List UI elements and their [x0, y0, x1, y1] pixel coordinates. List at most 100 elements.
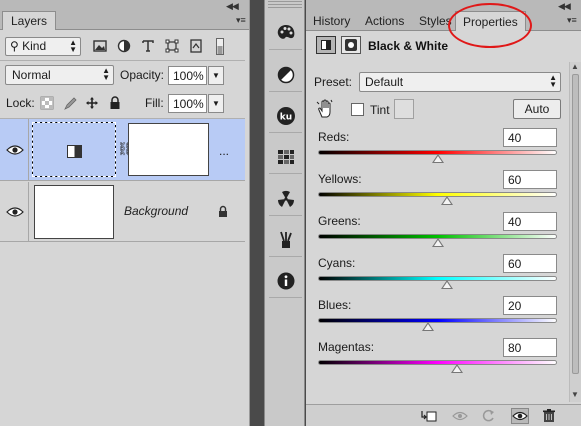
reds-value-input[interactable]: 40 — [503, 128, 557, 147]
greens-value-input[interactable]: 40 — [503, 212, 557, 231]
lock-icon — [217, 205, 229, 218]
adjustment-layer-thumbnail[interactable] — [32, 122, 116, 177]
filter-kind-select[interactable]: ⚲ Kind ▲ ▼ — [5, 37, 81, 56]
layer-name[interactable]: Background — [124, 204, 188, 218]
reset-icon[interactable] — [480, 408, 498, 424]
yellows-slider-thumb[interactable] — [441, 196, 454, 205]
background-layer-thumbnail[interactable] — [34, 185, 114, 239]
styles-icon[interactable] — [269, 183, 302, 216]
paint-palette-icon[interactable] — [269, 17, 302, 50]
scroll-down-icon[interactable]: ▼ — [571, 390, 579, 399]
more-indicator: ... — [219, 144, 230, 158]
eye-icon[interactable] — [6, 144, 24, 156]
panel-dock: ku — [264, 0, 305, 426]
adjustments-icon[interactable] — [269, 59, 302, 92]
clip-to-layer-icon[interactable] — [420, 408, 438, 424]
greens-slider-thumb[interactable] — [431, 238, 444, 247]
opacity-label: Opacity: — [120, 68, 165, 82]
image-filter-icon[interactable] — [93, 39, 107, 53]
adjustment-properties-icon[interactable] — [316, 36, 336, 54]
lock-position-icon[interactable] — [85, 96, 99, 110]
magentas-slider-track[interactable] — [318, 360, 557, 365]
tab-history[interactable]: History — [306, 11, 357, 31]
tint-label: Tint — [370, 103, 390, 117]
blues-value-input[interactable]: 20 — [503, 296, 557, 315]
fill-label: Fill: — [145, 96, 164, 110]
tool-presets-icon[interactable] — [269, 224, 302, 257]
blues-slider-thumb[interactable] — [421, 322, 434, 331]
view-previous-icon[interactable] — [451, 408, 469, 424]
opacity-input[interactable]: 100% — [168, 66, 207, 85]
yellows-value-input[interactable]: 60 — [503, 170, 557, 189]
adjustment-title: Black & White — [368, 39, 449, 53]
magentas-slider-thumb[interactable] — [450, 364, 463, 373]
layers-tabbar: Layers ◀◀ ▾≡ — [0, 0, 249, 30]
lock-image-icon[interactable] — [63, 96, 77, 110]
smart-object-filter-icon[interactable] — [189, 39, 203, 53]
yellows-slider-track[interactable] — [318, 192, 557, 197]
tint-color-swatch[interactable] — [394, 99, 414, 119]
scrollbar[interactable]: ▲ ▼ — [569, 62, 581, 402]
lock-label: Lock: — [6, 96, 35, 110]
filter-toggle-icon[interactable] — [216, 38, 224, 55]
filter-row: ⚲ Kind ▲ ▼ — [0, 31, 245, 60]
reds-slider-thumb[interactable] — [431, 154, 444, 163]
panel-menu-icon[interactable]: ▾≡ — [236, 15, 246, 26]
greens-label: Greens: — [318, 214, 361, 228]
magentas-label: Magentas: — [318, 340, 375, 354]
updown-icon: ▲ ▼ — [102, 66, 110, 82]
info-icon[interactable] — [269, 265, 302, 298]
eye-icon[interactable] — [6, 206, 24, 218]
magentas-value-input[interactable]: 80 — [503, 338, 557, 357]
dock-grip[interactable] — [268, 1, 302, 9]
preset-value: Default — [365, 75, 404, 89]
preset-select[interactable]: Default ▲ ▼ — [359, 72, 561, 92]
fill-dropdown-button[interactable]: ▼ — [208, 94, 224, 113]
blues-label: Blues: — [318, 298, 352, 312]
lock-all-icon[interactable] — [108, 96, 122, 110]
lock-transparent-icon[interactable] — [40, 96, 54, 110]
collapse-icon[interactable]: ◀◀ — [558, 1, 571, 12]
delete-icon[interactable] — [540, 408, 558, 424]
auto-button[interactable]: Auto — [513, 99, 561, 119]
filter-kind-label: Kind — [22, 39, 47, 53]
collapse-icon[interactable]: ◀◀ — [226, 1, 239, 12]
preset-label: Preset: — [314, 75, 353, 89]
fill-input[interactable]: 100% — [168, 94, 207, 113]
panel-gutter — [251, 0, 263, 426]
cyans-slider-thumb[interactable] — [441, 280, 454, 289]
properties-tabbar: History Actions Styles Properties ◀◀ ▾≡ — [306, 0, 581, 31]
targeted-adjustment-hand-icon[interactable] — [316, 99, 334, 119]
layers-panel: Layers ◀◀ ▾≡ ⚲ Kind ▲ ▼ Normal ▲ ▼ Opaci… — [0, 0, 250, 426]
mask-properties-icon[interactable] — [341, 36, 361, 54]
tab-layers[interactable]: Layers — [2, 11, 57, 30]
adjustment-filter-icon[interactable] — [117, 39, 131, 53]
divider — [0, 60, 245, 61]
reds-label: Reds: — [318, 130, 350, 144]
layer-row-black-white[interactable]: ⛓ ... — [0, 119, 245, 181]
layer-mask-thumbnail[interactable] — [128, 123, 209, 176]
panel-menu-icon[interactable]: ▾≡ — [567, 15, 577, 26]
scroll-up-icon[interactable]: ▲ — [571, 62, 579, 71]
svg-text:ku: ku — [279, 113, 291, 123]
opacity-dropdown-button[interactable]: ▼ — [208, 66, 224, 85]
blend-mode-value: Normal — [12, 68, 51, 82]
search-icon: ⚲ — [10, 39, 19, 53]
cyans-value-input[interactable]: 60 — [503, 254, 557, 273]
kuler-icon[interactable]: ku — [269, 100, 302, 133]
cyans-label: Cyans: — [318, 256, 356, 270]
blues-slider-track[interactable] — [318, 318, 557, 323]
yellows-label: Yellows: — [318, 172, 362, 186]
shape-filter-icon[interactable] — [165, 39, 179, 53]
blend-mode-select[interactable]: Normal ▲ ▼ — [5, 65, 114, 85]
visibility-icon[interactable] — [511, 408, 529, 424]
properties-bottom-bar — [306, 404, 581, 426]
cyans-slider-track[interactable] — [318, 276, 557, 281]
properties-panel: History Actions Styles Properties ◀◀ ▾≡ … — [306, 0, 581, 426]
scroll-thumb[interactable] — [572, 74, 579, 374]
swatches-grid-icon[interactable] — [269, 141, 302, 174]
layer-row-background[interactable]: Background — [0, 182, 245, 242]
tint-checkbox[interactable] — [351, 103, 364, 116]
tab-actions[interactable]: Actions — [358, 11, 411, 31]
type-filter-icon[interactable] — [141, 39, 155, 53]
